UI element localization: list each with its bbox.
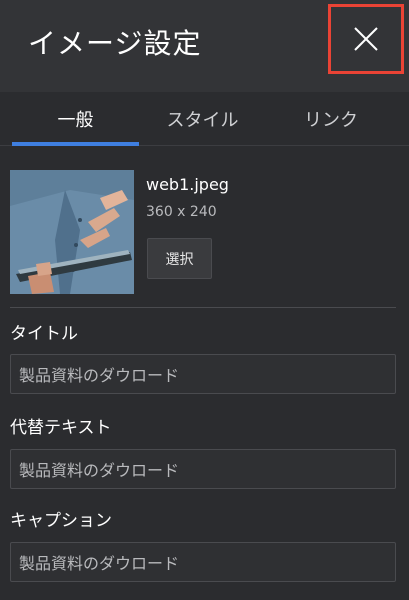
image-thumbnail [10,170,134,294]
title-label: タイトル [10,324,78,344]
image-dimensions: 360 x 240 [146,204,217,220]
tab-bar: 一般 スタイル リンク [0,92,409,146]
close-icon [354,27,378,51]
tab-link[interactable]: リンク [266,92,396,146]
tab-style[interactable]: スタイル [139,92,266,146]
alt-text-label: 代替テキスト [10,418,112,438]
caption-input[interactable] [10,542,396,582]
alt-text-input[interactable] [10,449,396,489]
dialog-header: イメージ設定 [0,0,409,92]
caption-label: キャプション [10,511,112,531]
select-image-button[interactable]: 選択 [147,238,212,279]
title-input[interactable] [10,354,396,394]
image-file-name: web1.jpeg [146,175,229,194]
active-tab-indicator [12,142,139,146]
tab-general[interactable]: 一般 [12,92,139,146]
dialog-title: イメージ設定 [28,27,202,60]
close-button[interactable] [328,4,404,74]
divider [10,307,396,308]
